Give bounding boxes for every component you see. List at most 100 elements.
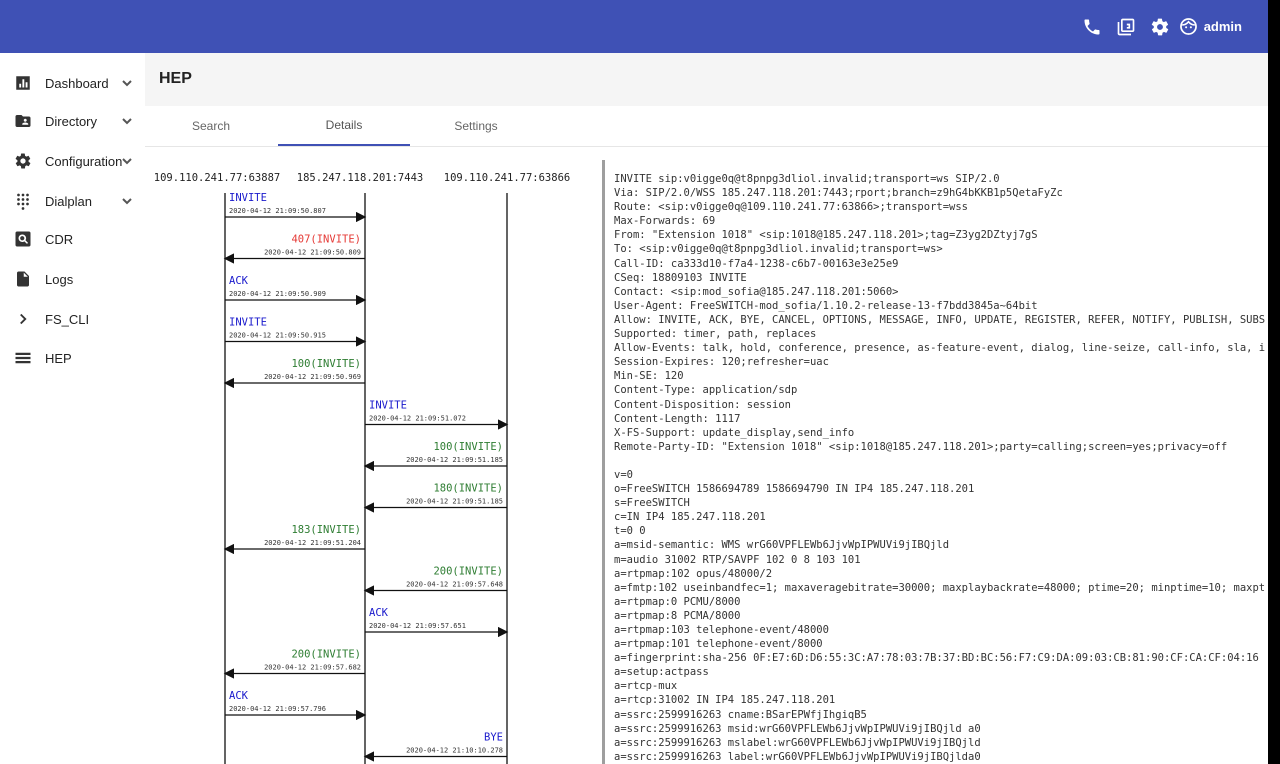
search-doc-icon — [14, 230, 32, 248]
list-icon — [14, 349, 32, 367]
sip-message-line: a=rtpmap:0 PCMU/8000 — [614, 595, 741, 608]
gear-icon — [14, 152, 32, 170]
message-timestamp: 2020-04-12 21:09:57.651 — [369, 622, 466, 630]
chevron-right-icon — [14, 310, 32, 328]
sidebar-item-hep[interactable]: HEP — [0, 339, 145, 377]
host-label: 109.110.241.77:63887 — [154, 172, 280, 184]
sip-message-line: a=fingerprint:sha-256 0F:E7:6D:D6:55:3C:… — [614, 652, 1259, 665]
sip-message-line: s=FreeSWITCH — [614, 497, 690, 510]
sip-message-line: a=rtpmap:103 telephone-event/48000 — [614, 624, 829, 636]
message-timestamp: 2020-04-12 21:09:51.185 — [406, 456, 503, 464]
sip-message-line: Via: SIP/2.0/WSS 185.247.118.201:7443;rp… — [614, 187, 1063, 200]
call-flow-diagram: 109.110.241.77:63887 185.247.118.201:7443… — [145, 147, 600, 764]
document-icon — [14, 270, 32, 288]
message-timestamp: 2020-04-12 21:09:51.204 — [264, 539, 361, 547]
message-timestamp: 2020-04-12 21:09:57.796 — [229, 705, 326, 713]
message-timestamp: 2020-04-12 21:09:51.072 — [369, 415, 466, 423]
clipboard-icon[interactable] — [1109, 10, 1143, 44]
message-timestamp: 2020-04-12 21:09:50.809 — [264, 249, 361, 257]
host-label: 109.110.241.77:63866 — [444, 172, 570, 184]
user-name: admin — [1203, 19, 1242, 34]
user-menu[interactable]: admin — [1179, 17, 1242, 36]
bar-chart-icon — [14, 74, 32, 92]
app-bar: admin — [0, 0, 1268, 53]
sip-message-line: Supported: timer, path, replaces — [614, 328, 817, 341]
sip-message-line: Allow: INVITE, ACK, BYE, CANCEL, OPTIONS… — [614, 313, 1266, 326]
gear-icon[interactable] — [1143, 10, 1177, 44]
sidebar-item-directory[interactable]: Directory — [0, 102, 145, 140]
message-timestamp: 2020-04-12 21:09:50.807 — [229, 207, 326, 215]
sip-message-line: m=audio 31002 RTP/SAVPF 102 0 8 103 101 — [614, 553, 861, 566]
tab-search[interactable]: Search — [145, 106, 277, 146]
sidebar-item-logs[interactable]: Logs — [0, 260, 145, 298]
message-timestamp: 2020-04-12 21:09:51.185 — [406, 498, 503, 506]
message-timestamp: 2020-04-12 21:10:10.278 — [406, 747, 503, 755]
tab-details[interactable]: Details — [278, 106, 410, 146]
message-timestamp: 2020-04-12 21:09:57.682 — [264, 664, 361, 672]
message-label: 100(INVITE) — [433, 441, 503, 453]
message-timestamp: 2020-04-12 21:09:50.915 — [229, 332, 326, 340]
sip-message-line: a=rtcp:31002 IN IP4 185.247.118.201 — [614, 694, 836, 707]
sip-message-line: o=FreeSWITCH 1586694789 1586694790 IN IP… — [614, 483, 975, 496]
sip-message-line: a=rtpmap:102 opus/48000/2 — [614, 567, 773, 580]
sip-message-line: Contact: <sip:mod_sofia@185.247.118.201:… — [614, 285, 899, 298]
sip-message-panel: INVITE sip:v0igge0q@t8pnpg3dliol.invalid… — [614, 172, 1268, 764]
message-label: 407(INVITE) — [291, 234, 361, 246]
sip-message-line: a=fmtp:102 useinbandfec=1; maxaveragebit… — [614, 581, 1266, 594]
message-label: 183(INVITE) — [291, 524, 361, 536]
message-label: 200(INVITE) — [433, 566, 503, 578]
tab-settings[interactable]: Settings — [410, 106, 542, 146]
message-label: INVITE — [229, 317, 267, 329]
message-label: INVITE — [369, 400, 407, 412]
sip-message-line: a=ssrc:2599916263 mslabel:wrG60VPFLEWb6J… — [614, 736, 981, 749]
sip-message-line: From: "Extension 1018" <sip:1018@185.247… — [614, 229, 1038, 242]
sidebar-item-configuration[interactable]: Configuration — [0, 142, 145, 180]
sip-message-line: Content-Type: application/sdp — [614, 384, 798, 397]
sip-message-line: Remote-Party-ID: "Extension 1018" <sip:1… — [614, 440, 1228, 453]
sip-message-line: c=IN IP4 185.247.118.201 — [614, 511, 766, 524]
sip-message-line: a=rtpmap:101 telephone-event/8000 — [614, 638, 823, 651]
sip-message-line: a=ssrc:2599916263 cname:BSarEPWfjIhgiqB5 — [614, 708, 867, 721]
message-label: ACK — [229, 690, 249, 702]
sip-message-line: Content-Length: 1117 — [614, 412, 741, 425]
sip-message-line: a=rtpmap:8 PCMA/8000 — [614, 609, 741, 622]
sidebar-item-dialplan[interactable]: Dialplan — [0, 182, 145, 220]
message-timestamp: 2020-04-12 21:09:50.969 — [264, 373, 361, 381]
sip-message-line: CSeq: 18809103 INVITE — [614, 271, 747, 284]
dialpad-icon — [14, 192, 32, 210]
page-title: HEP — [159, 70, 192, 87]
host-label: 185.247.118.201:7443 — [297, 172, 423, 184]
sip-message-line: INVITE sip:v0igge0q@t8pnpg3dliol.invalid… — [614, 173, 1000, 185]
sip-message-line: Min-SE: 120 — [614, 370, 684, 383]
sidebar-item-cdr[interactable]: CDR — [0, 220, 145, 258]
phone-icon[interactable] — [1075, 10, 1109, 44]
sip-message-line: t=0 0 — [614, 525, 646, 538]
chevron-down-icon — [120, 76, 134, 90]
message-label: 180(INVITE) — [433, 483, 503, 495]
sip-message-line: a=setup:actpass — [614, 666, 709, 679]
sip-message-line: a=ssrc:2599916263 label:wrG60VPFLEWb6Jjv… — [614, 750, 981, 763]
sip-message-line: X-FS-Support: update_display,send_info — [614, 426, 855, 439]
sip-message-line: Max-Forwards: 69 — [614, 215, 716, 228]
user-face-icon — [1179, 18, 1197, 35]
window-edge — [1268, 0, 1280, 764]
folder-user-icon — [14, 112, 32, 130]
app-bar-actions: admin — [1075, 0, 1242, 53]
panel-divider[interactable] — [602, 160, 605, 764]
sip-message-line: To: <sip:v0igge0q@t8pnpg3dliol.invalid;t… — [614, 243, 943, 256]
sip-message-line: Session-Expires: 120;refresher=uac — [614, 356, 829, 369]
sip-message-line: Route: <sip:v0igge0q@109.110.241.77:6386… — [614, 201, 969, 214]
sidebar-item-dashboard[interactable]: Dashboard — [0, 64, 145, 102]
message-label: 100(INVITE) — [291, 358, 361, 370]
message-label: BYE — [484, 732, 503, 744]
sip-message-line: Allow-Events: talk, hold, conference, pr… — [614, 342, 1266, 355]
message-label: INVITE — [229, 192, 267, 204]
sidebar-item-fs-cli[interactable]: FS_CLI — [0, 300, 145, 338]
message-timestamp: 2020-04-12 21:09:50.909 — [229, 290, 326, 298]
sip-message-line — [614, 454, 1268, 468]
message-timestamp: 2020-04-12 21:09:57.648 — [406, 581, 503, 589]
sip-message-line: a=rtcp-mux — [614, 680, 678, 693]
sip-message-line: User-Agent: FreeSWITCH-mod_sofia/1.10.2-… — [614, 299, 1038, 312]
call-flow-svg: 109.110.241.77:63887 185.247.118.201:7443… — [154, 172, 570, 764]
message-label: 200(INVITE) — [291, 649, 361, 661]
